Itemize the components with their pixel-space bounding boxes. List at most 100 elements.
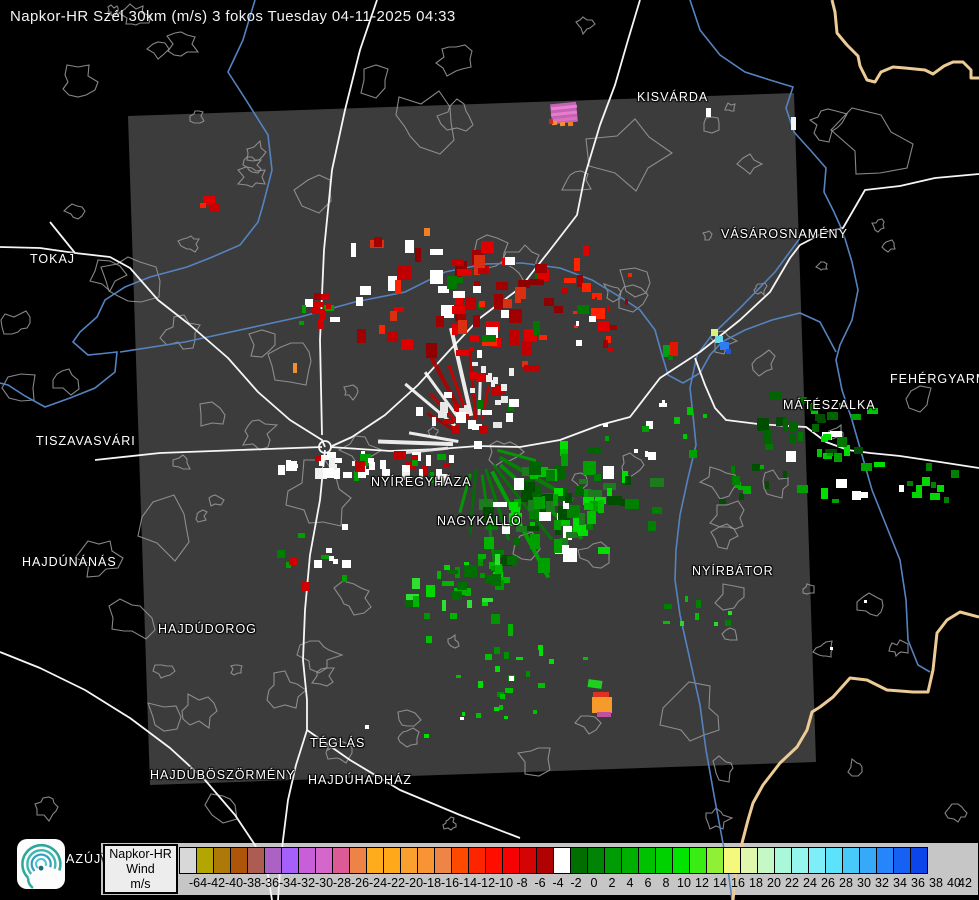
legend-scale-number: 2 <box>609 876 616 890</box>
radar-echo <box>458 320 467 334</box>
radar-echo <box>504 652 509 659</box>
settlement-outline <box>704 117 719 133</box>
velocity-spoke <box>500 458 574 501</box>
radar-echo <box>355 461 365 472</box>
settlement-outline <box>710 501 744 529</box>
settlement-outline <box>178 236 199 252</box>
radar-echo <box>361 465 366 474</box>
radar-echo <box>852 491 861 500</box>
radar-map <box>0 0 979 900</box>
radar-echo <box>449 455 454 463</box>
settlement-outline <box>889 640 908 656</box>
radar-echo <box>457 582 467 590</box>
radar-echo <box>486 327 498 338</box>
radar-echo <box>554 488 568 502</box>
radar-echo <box>817 419 826 423</box>
legend-scale-number: -10 <box>495 876 513 890</box>
settlement-outline <box>90 260 127 291</box>
legend-cell <box>332 847 350 874</box>
radar-echo <box>558 506 570 520</box>
legend-scale-number: -14 <box>459 876 477 890</box>
radar-echo <box>482 335 496 342</box>
legend-cell <box>417 847 435 874</box>
radar-echo <box>390 311 397 321</box>
radar-echo <box>538 645 543 650</box>
radar-echo <box>480 573 485 578</box>
settlement-outline <box>209 495 224 506</box>
radar-echo <box>735 482 741 488</box>
settlement-outline <box>1 311 30 334</box>
radar-echo <box>357 329 366 343</box>
settlement-outline <box>872 219 884 232</box>
radar-echo <box>703 414 707 418</box>
radar-echo <box>646 421 653 429</box>
radar-echo <box>493 572 503 582</box>
settlement-outline <box>243 157 261 173</box>
legend-cell <box>570 847 588 874</box>
radar-echo <box>321 294 329 300</box>
settlement-outline <box>53 369 79 395</box>
settlement-outline <box>396 91 454 154</box>
legend-scale-number: -4 <box>552 876 563 890</box>
settlement-outline <box>2 374 35 401</box>
radar-echo <box>454 588 466 595</box>
river-line <box>0 0 272 407</box>
radar-echo <box>426 343 437 358</box>
product-title: Napkor-HR Szél 30km (m/s) 3 fokos Tuesda… <box>10 8 456 25</box>
radar-echo <box>504 716 508 719</box>
radar-echo <box>573 311 577 314</box>
radar-echo <box>314 293 321 300</box>
radar-echo <box>426 585 435 597</box>
radar-echo <box>365 725 369 729</box>
radar-echo <box>634 449 638 453</box>
radar-echo <box>683 434 687 439</box>
radar-echo <box>499 299 512 308</box>
legend-scale-number: 8 <box>663 876 670 890</box>
legend-scale-number: -18 <box>423 876 441 890</box>
radar-echo <box>576 486 583 496</box>
radar-echo <box>474 255 485 268</box>
radar-echo <box>494 550 504 557</box>
radar-echo <box>566 532 577 538</box>
radar-echo <box>530 534 540 549</box>
radar-echo <box>312 308 320 314</box>
radar-echo <box>554 539 562 553</box>
radar-echo <box>412 452 421 461</box>
radar-echo <box>851 414 861 420</box>
radar-echo <box>659 403 667 407</box>
settlement-outline <box>138 495 189 561</box>
radar-echo <box>476 374 485 382</box>
legend-scale-number: -36 <box>261 876 279 890</box>
radar-echo <box>719 499 726 504</box>
radar-echo <box>789 421 798 432</box>
radar-echo <box>496 282 508 290</box>
radar-echo <box>930 493 940 500</box>
radar-echo <box>664 604 672 609</box>
radar-echo <box>539 493 554 500</box>
radar-echo <box>331 464 337 470</box>
radar-echo <box>597 308 601 314</box>
radar-echo <box>450 613 457 619</box>
radar-echo <box>574 528 585 536</box>
legend-scale-number: 24 <box>803 876 817 890</box>
legend-scale-number: -64 <box>189 876 207 890</box>
radar-echo <box>603 340 608 348</box>
legend-scale-number: 20 <box>767 876 781 890</box>
radar-echo <box>501 396 508 403</box>
radar-echo <box>951 470 959 478</box>
radar-echo <box>438 286 449 293</box>
radar-echo <box>432 417 436 426</box>
radar-echo <box>554 520 561 530</box>
velocity-spoke <box>497 450 536 460</box>
radar-echo <box>594 474 601 481</box>
radar-echo <box>561 454 568 466</box>
radar-echo <box>329 457 335 468</box>
settlement-outline <box>803 584 814 594</box>
radar-echo <box>606 336 611 343</box>
radar-echo <box>509 676 514 681</box>
radar-echo <box>583 461 596 475</box>
legend-cell <box>468 847 486 874</box>
legend-cell <box>774 847 792 874</box>
legend-scale-number: 34 <box>893 876 907 890</box>
radar-echo <box>519 479 533 492</box>
